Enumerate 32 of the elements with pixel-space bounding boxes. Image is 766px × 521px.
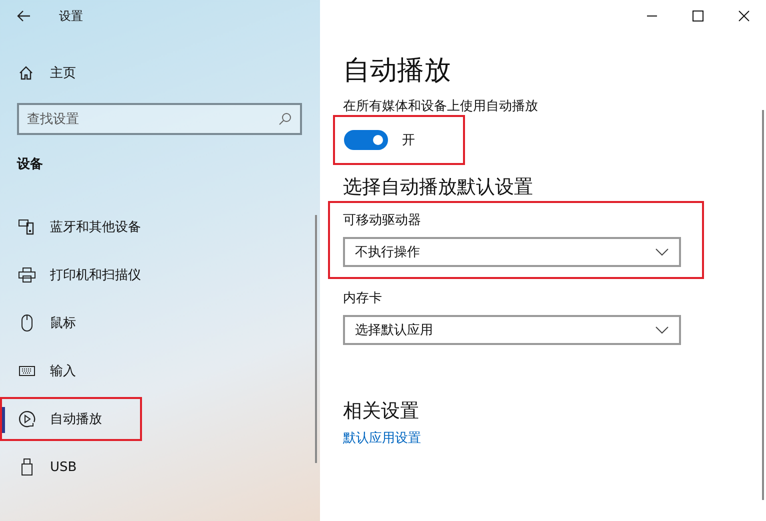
section-heading: 设备: [16, 156, 44, 173]
dropdown[interactable]: 选择默认应用: [343, 315, 681, 345]
back-icon[interactable]: [17, 10, 31, 22]
chevron-down-icon: [655, 326, 669, 334]
nav-item[interactable]: 打印机和扫描仪: [0, 253, 151, 297]
search-icon: [278, 112, 292, 126]
settings-link[interactable]: 默认应用设置: [343, 429, 421, 447]
search-field[interactable]: 查找设置: [17, 103, 302, 135]
toggle-switch[interactable]: [344, 130, 388, 150]
keyboard-device-icon: [18, 219, 36, 235]
play-circle-icon: [18, 410, 36, 428]
home-icon: [18, 65, 34, 81]
toggle-state: 开: [402, 132, 415, 149]
nav-item[interactable]: 蓝牙和其他设备: [0, 205, 151, 249]
page-title: 自动播放: [343, 54, 452, 88]
printer-icon: [18, 267, 36, 283]
dropdown-label: 内存卡: [343, 290, 383, 307]
nav-item[interactable]: 输入: [0, 349, 86, 393]
section-heading: 选择自动播放默认设置: [343, 175, 534, 200]
close-icon[interactable]: [738, 10, 750, 22]
dropdown[interactable]: 不执行操作: [343, 237, 681, 267]
toggle-label: 在所有媒体和设备上使用自动播放: [343, 98, 539, 115]
window-title: 设置: [59, 8, 83, 24]
maximize-icon[interactable]: [692, 10, 704, 22]
home-link[interactable]: 主页: [0, 32, 320, 89]
nav-item[interactable]: USB: [0, 445, 87, 489]
chevron-down-icon: [655, 248, 669, 256]
section-heading: 相关设置: [343, 399, 420, 424]
dropdown-label: 可移动驱动器: [343, 212, 422, 229]
nav-item[interactable]: 自动播放: [0, 397, 142, 441]
nav-item[interactable]: 鼠标: [0, 301, 86, 345]
keyboard-icon: [18, 366, 36, 376]
